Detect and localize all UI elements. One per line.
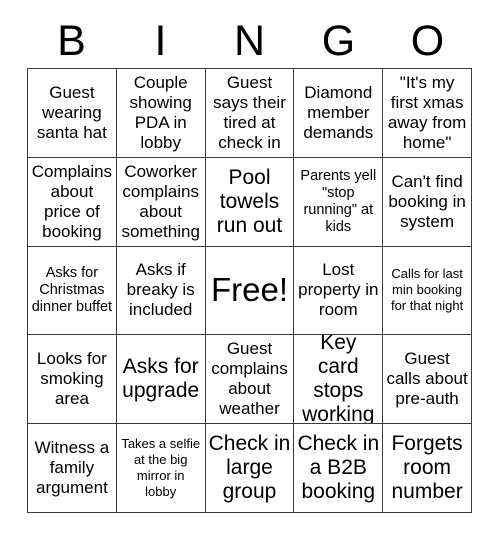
- bingo-cell[interactable]: Forgets room number: [383, 424, 472, 513]
- bingo-cell-label: Guest complains about weather: [211, 339, 288, 419]
- bingo-cell-label: Asks if breaky is included: [126, 260, 195, 320]
- bingo-cell-label: Check in a B2B booking: [297, 432, 380, 504]
- bingo-cell-label: Diamond member demands: [303, 82, 374, 142]
- bingo-cell-label: Asks for Christmas dinner buffet: [31, 264, 113, 315]
- bingo-cell-label: Key card stops working: [302, 335, 375, 425]
- bingo-cell[interactable]: Key card stops working: [294, 335, 384, 425]
- bingo-cell[interactable]: Guest wearing santa hat: [28, 69, 117, 158]
- bingo-header-letter-n: N: [233, 17, 266, 65]
- bingo-header-letter-o: O: [410, 17, 445, 65]
- bingo-cell-label: Coworker complains about something: [121, 161, 200, 241]
- bingo-cell-label: Calls for last min booking for that nigh…: [390, 266, 464, 314]
- bingo-cell[interactable]: Takes a selfie at the big mirror in lobb…: [116, 424, 206, 513]
- bingo-card: B I N G O Guest wearing santa hat Couple…: [0, 0, 500, 544]
- bingo-cell[interactable]: "It's my first xmas away from home": [383, 69, 472, 158]
- bingo-cell[interactable]: Can't find booking in system: [383, 157, 472, 247]
- bingo-header-letter-b: B: [57, 17, 86, 65]
- bingo-cell-label: Forgets room number: [391, 432, 463, 504]
- bingo-cell-label: Check in large group: [208, 432, 291, 504]
- bingo-cell[interactable]: Couple showing PDA in lobby: [116, 69, 206, 158]
- bingo-cell[interactable]: Witness a family argument: [28, 424, 117, 513]
- bingo-cell[interactable]: Guest calls about pre-auth: [383, 335, 472, 425]
- bingo-header-row: B I N G O: [27, 14, 472, 68]
- bingo-cell-label: Couple showing PDA in lobby: [129, 72, 192, 152]
- bingo-cell-label: Looks for smoking area: [36, 349, 107, 409]
- bingo-cell[interactable]: Coworker complains about something: [116, 157, 206, 247]
- bingo-cell[interactable]: Diamond member demands: [294, 69, 384, 158]
- bingo-cell[interactable]: Asks if breaky is included: [116, 246, 206, 336]
- bingo-cell[interactable]: Complains about price of booking: [28, 157, 117, 247]
- bingo-cell-free-space[interactable]: Free!: [205, 246, 295, 336]
- bingo-cell[interactable]: Asks for upgrade: [116, 335, 206, 425]
- bingo-cell-label: "It's my first xmas away from home": [387, 72, 467, 152]
- bingo-cell-label: Takes a selfie at the big mirror in lobb…: [121, 436, 201, 500]
- bingo-cell[interactable]: Guest complains about weather: [205, 335, 295, 425]
- bingo-cell-label: Parents yell "stop running" at kids: [300, 167, 377, 235]
- bingo-cell-label: Asks for upgrade: [122, 355, 200, 403]
- bingo-cell-label: Pool towels run out: [216, 165, 283, 237]
- bingo-header-letter-g: G: [321, 17, 356, 65]
- bingo-cell-label: Guest calls about pre-auth: [386, 349, 468, 409]
- bingo-cell[interactable]: Check in large group: [205, 424, 295, 513]
- bingo-cell-label: Witness a family argument: [34, 438, 110, 498]
- bingo-cell[interactable]: Parents yell "stop running" at kids: [294, 157, 384, 247]
- bingo-header-letter-i: I: [154, 17, 167, 65]
- bingo-cell-label: Lost property in room: [298, 260, 379, 320]
- bingo-grid: Guest wearing santa hat Couple showing P…: [27, 68, 472, 513]
- bingo-cell[interactable]: Asks for Christmas dinner buffet: [28, 246, 117, 336]
- bingo-cell[interactable]: Pool towels run out: [205, 157, 295, 247]
- bingo-cell-label: Guest says their tired at check in: [213, 72, 286, 152]
- bingo-free-space-label: Free!: [210, 271, 288, 309]
- bingo-cell-label: Guest wearing santa hat: [36, 82, 107, 142]
- bingo-cell-label: Can't find booking in system: [388, 171, 466, 231]
- bingo-cell[interactable]: Calls for last min booking for that nigh…: [383, 246, 472, 336]
- bingo-cell[interactable]: Looks for smoking area: [28, 335, 117, 425]
- bingo-cell[interactable]: Guest says their tired at check in: [205, 69, 295, 158]
- bingo-cell-label: Complains about price of booking: [31, 161, 113, 241]
- bingo-cell[interactable]: Lost property in room: [294, 246, 384, 336]
- bingo-cell[interactable]: Check in a B2B booking: [294, 424, 384, 513]
